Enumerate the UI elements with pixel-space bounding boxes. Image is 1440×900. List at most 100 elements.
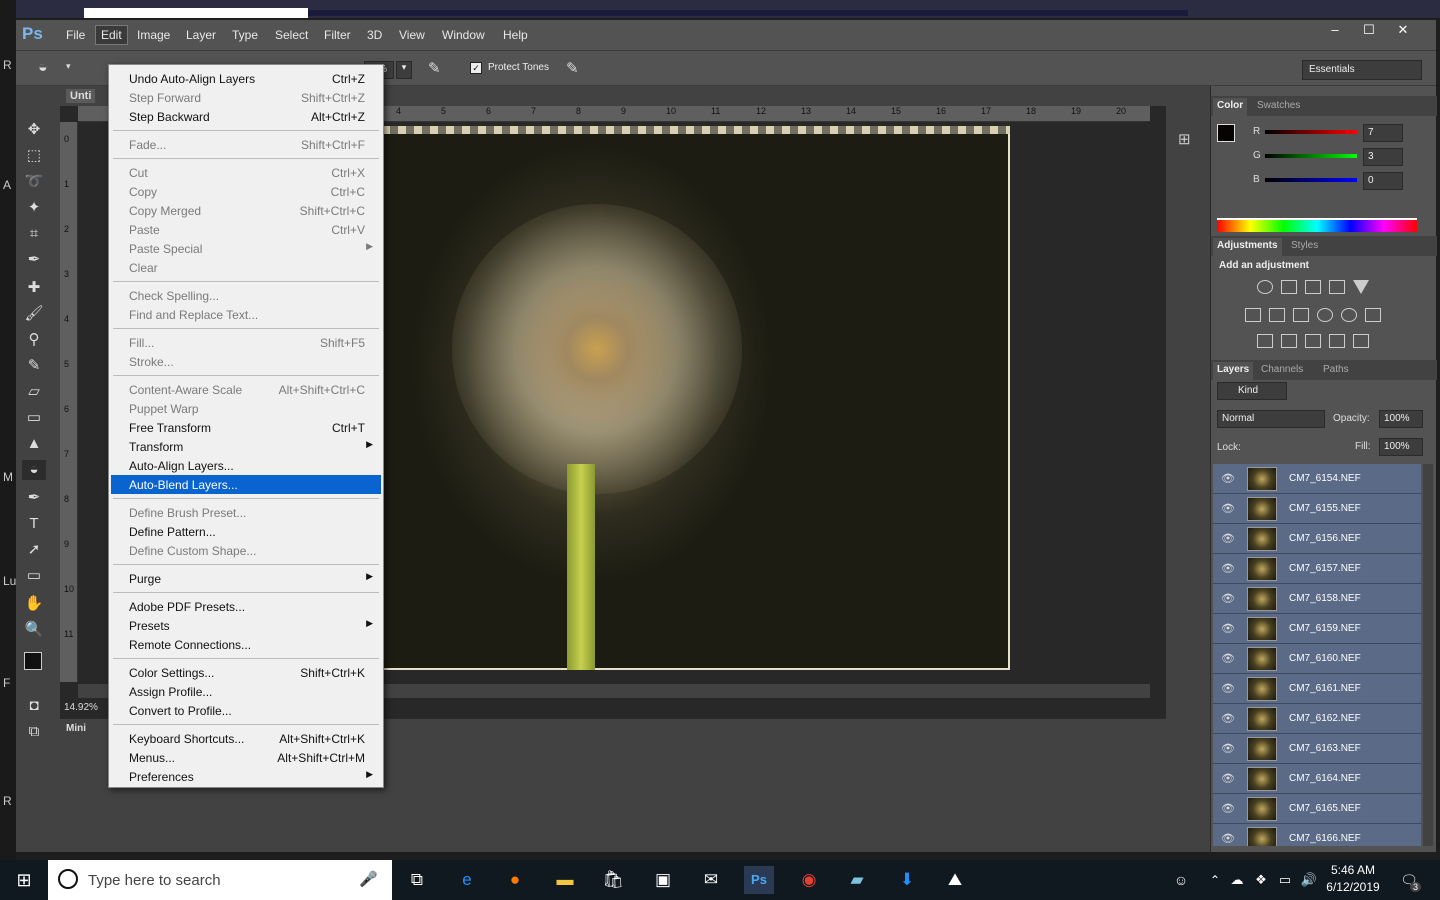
- flow-dropdown-icon[interactable]: ▾: [396, 61, 412, 79]
- move-tool-icon[interactable]: ✥: [22, 120, 46, 140]
- layer-row[interactable]: 👁 CM7_6166.NEF: [1213, 824, 1421, 846]
- chrome-icon[interactable]: ◉: [794, 866, 824, 894]
- foreground-color-swatch[interactable]: [24, 652, 42, 670]
- taskbar-search[interactable]: Type here to search 🎤: [48, 860, 392, 900]
- color-lookup-icon[interactable]: [1365, 308, 1381, 322]
- layer-row[interactable]: 👁 CM7_6165.NEF: [1213, 794, 1421, 824]
- eraser-tool-icon[interactable]: ▱: [22, 382, 46, 402]
- black-white-icon[interactable]: [1293, 308, 1309, 322]
- layer-row[interactable]: 👁 CM7_6161.NEF: [1213, 674, 1421, 704]
- edit-menu-item[interactable]: Define Pattern...: [111, 522, 381, 541]
- edge-icon[interactable]: e: [452, 866, 482, 894]
- blend-mode-select[interactable]: Normal: [1217, 410, 1325, 428]
- layer-row[interactable]: 👁 CM7_6163.NEF: [1213, 734, 1421, 764]
- pressure-icon[interactable]: ✎: [566, 59, 579, 77]
- edit-menu-item[interactable]: Auto-Blend Layers...: [111, 475, 381, 494]
- firefox-icon[interactable]: ●: [500, 866, 530, 894]
- layer-row[interactable]: 👁 CM7_6154.NEF: [1213, 464, 1421, 494]
- workspace-select[interactable]: Essentials: [1302, 60, 1422, 80]
- levels-icon[interactable]: [1281, 280, 1297, 294]
- protect-tones-checkbox[interactable]: ✓: [470, 62, 482, 74]
- menu-type[interactable]: Type: [232, 28, 258, 42]
- microphone-icon[interactable]: 🎤: [359, 870, 378, 888]
- r-slider[interactable]: [1265, 130, 1357, 134]
- menu-layer[interactable]: Layer: [186, 28, 216, 42]
- eye-icon[interactable]: 👁: [1221, 772, 1235, 785]
- menu-image[interactable]: Image: [137, 28, 170, 42]
- marquee-tool-icon[interactable]: ⬚: [22, 146, 46, 166]
- task-view-icon[interactable]: ⧉: [402, 866, 432, 894]
- channel-mixer-icon[interactable]: [1341, 308, 1357, 322]
- brush-tool-icon[interactable]: 🖌: [22, 304, 46, 324]
- eye-icon[interactable]: 👁: [1221, 562, 1235, 575]
- start-button[interactable]: ⊞: [0, 860, 48, 900]
- layer-row[interactable]: 👁 CM7_6157.NEF: [1213, 554, 1421, 584]
- pen-tool-icon[interactable]: ✒: [22, 488, 46, 508]
- document-tab[interactable]: Unti: [66, 89, 96, 103]
- crop-tool-icon[interactable]: ⌗: [22, 224, 46, 244]
- tab-paths[interactable]: Paths: [1323, 364, 1349, 375]
- edit-menu-item[interactable]: Transform ▶: [111, 437, 381, 456]
- layer-row[interactable]: 👁 CM7_6155.NEF: [1213, 494, 1421, 524]
- tab-channels[interactable]: Channels: [1261, 364, 1303, 375]
- layer-row[interactable]: 👁 CM7_6164.NEF: [1213, 764, 1421, 794]
- healing-tool-icon[interactable]: ✚: [22, 278, 46, 298]
- edit-menu-item[interactable]: Menus... Alt+Shift+Ctrl+M: [111, 748, 381, 767]
- edit-menu-item[interactable]: Auto-Align Layers...: [111, 456, 381, 475]
- edit-menu-item[interactable]: Purge ▶: [111, 569, 381, 588]
- layer-row[interactable]: 👁 CM7_6158.NEF: [1213, 584, 1421, 614]
- g-value-input[interactable]: 3: [1363, 148, 1403, 166]
- people-icon[interactable]: ☺: [1166, 866, 1196, 894]
- gradient-tool-icon[interactable]: ▭: [22, 408, 46, 428]
- edit-menu-item[interactable]: Presets ▶: [111, 616, 381, 635]
- vibrance-icon[interactable]: [1353, 280, 1369, 294]
- eye-icon[interactable]: 👁: [1221, 832, 1235, 845]
- eye-icon[interactable]: 👁: [1221, 652, 1235, 665]
- clock[interactable]: 5:46 AM 6/12/2019: [1318, 862, 1388, 896]
- hand-tool-icon[interactable]: ✋: [22, 594, 46, 614]
- notes-app-icon[interactable]: ▰: [842, 866, 872, 894]
- tab-swatches[interactable]: Swatches: [1257, 100, 1300, 111]
- blur-tool-icon[interactable]: ▲: [22, 434, 46, 454]
- layer-row[interactable]: 👁 CM7_6159.NEF: [1213, 614, 1421, 644]
- edit-menu-item[interactable]: Adobe PDF Presets...: [111, 597, 381, 616]
- color-balance-icon[interactable]: [1269, 308, 1285, 322]
- invert-icon[interactable]: [1257, 334, 1273, 348]
- layer-row[interactable]: 👁 CM7_6162.NEF: [1213, 704, 1421, 734]
- layer-row[interactable]: 👁 CM7_6156.NEF: [1213, 524, 1421, 554]
- selective-color-icon[interactable]: [1329, 334, 1345, 348]
- menu-window[interactable]: Window: [442, 28, 485, 42]
- exposure-icon[interactable]: [1329, 280, 1345, 294]
- mail-icon[interactable]: ✉: [696, 866, 726, 894]
- photoshop-taskbar-icon[interactable]: Ps: [744, 866, 774, 894]
- eyedropper-tool-icon[interactable]: ✒: [22, 250, 46, 270]
- eye-icon[interactable]: 👁: [1221, 622, 1235, 635]
- stamp-tool-icon[interactable]: ⚲: [22, 330, 46, 350]
- layer-filter-select[interactable]: Kind: [1217, 382, 1287, 400]
- tab-adjustments[interactable]: Adjustments: [1213, 238, 1282, 256]
- menu-edit[interactable]: Edit: [95, 25, 128, 45]
- threshold-icon[interactable]: [1305, 334, 1321, 348]
- type-tool-icon[interactable]: T: [22, 514, 46, 534]
- close-button[interactable]: ✕: [1386, 22, 1420, 38]
- edit-menu-item[interactable]: Color Settings... Shift+Ctrl+K: [111, 663, 381, 682]
- menu-filter[interactable]: Filter: [324, 28, 351, 42]
- color-spectrum[interactable]: [1217, 218, 1417, 232]
- eye-icon[interactable]: 👁: [1221, 472, 1235, 485]
- b-value-input[interactable]: 0: [1363, 172, 1403, 190]
- edit-menu-item[interactable]: Assign Profile...: [111, 682, 381, 701]
- zoom-tool-icon[interactable]: 🔍: [22, 620, 46, 640]
- eye-icon[interactable]: 👁: [1221, 592, 1235, 605]
- store-icon[interactable]: 🛍: [598, 866, 628, 894]
- menu-help[interactable]: Help: [503, 28, 528, 42]
- curves-icon[interactable]: [1305, 280, 1321, 294]
- eye-icon[interactable]: 👁: [1221, 532, 1235, 545]
- lasso-tool-icon[interactable]: ➰: [22, 172, 46, 192]
- shape-tool-icon[interactable]: ▭: [22, 566, 46, 586]
- brightness-icon[interactable]: [1257, 280, 1273, 294]
- gradient-map-icon[interactable]: [1353, 334, 1369, 348]
- edit-menu-item[interactable]: Keyboard Shortcuts... Alt+Shift+Ctrl+K: [111, 729, 381, 748]
- layers-scrollbar[interactable]: [1423, 464, 1433, 846]
- tab-layers[interactable]: Layers: [1213, 362, 1254, 380]
- eye-icon[interactable]: 👁: [1221, 502, 1235, 515]
